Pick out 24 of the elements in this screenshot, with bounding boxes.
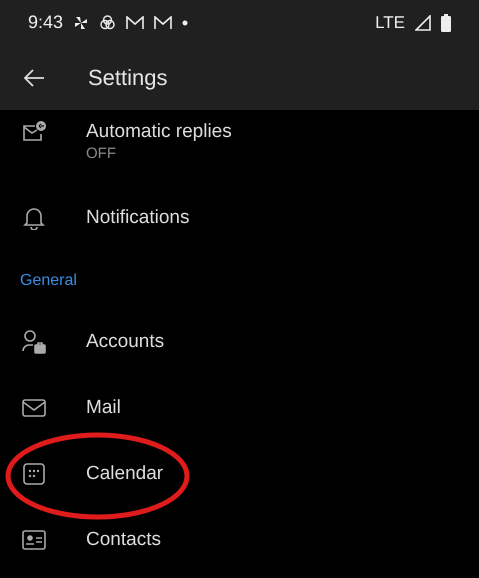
circles-icon [99,14,116,31]
settings-item[interactable]: Notifications [86,206,190,230]
settings-item[interactable]: Contacts [86,528,161,552]
calendar-icon [22,462,46,486]
person-briefcase-icon [21,329,47,355]
status-time: 9:43 [28,12,64,33]
settings-item[interactable]: Calendar [86,462,164,486]
settings-item[interactable]: Accounts [86,330,164,354]
gmail-icon [154,16,172,30]
settings-item[interactable]: Mail [86,396,121,420]
battery-icon [441,14,451,32]
mail-icon [21,398,47,418]
bell-icon [23,206,45,230]
section-header: General [20,272,77,290]
pinwheel-icon [73,14,90,30]
settings-item[interactable]: Automatic replies [86,120,232,144]
network-type: LTE [375,12,405,32]
signal-icon [415,14,431,30]
mail-reply-icon [21,120,47,144]
screen-title: Settings [88,64,168,90]
dot-icon [182,20,188,26]
setting-value: OFF [86,144,117,164]
contact-card-icon [21,529,47,551]
gmail-icon [126,16,144,30]
